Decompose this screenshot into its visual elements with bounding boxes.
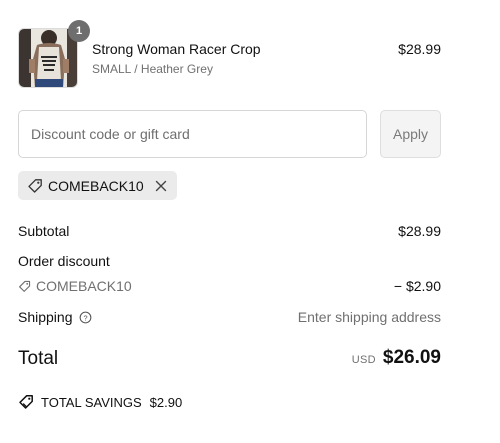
subtotal-label: Subtotal xyxy=(18,223,70,239)
shipping-row: Shipping ? Enter shipping address xyxy=(18,309,441,325)
order-discount-code-text: COMEBACK10 xyxy=(36,278,132,294)
shipping-label: Shipping xyxy=(18,309,73,325)
total-savings-label: TOTAL SAVINGS xyxy=(41,394,142,410)
product-name: Strong Woman Racer Crop xyxy=(92,41,261,57)
applied-discount-chip: COMEBACK10 xyxy=(18,171,177,200)
quantity-badge: 1 xyxy=(68,20,90,42)
subtotal-value: $28.99 xyxy=(398,223,441,239)
product-price: $28.99 xyxy=(398,41,441,57)
total-label: Total xyxy=(18,348,59,369)
tag-icon xyxy=(28,178,42,193)
total-savings-value: $2.90 xyxy=(149,394,183,410)
order-discount-row: COMEBACK10 − $2.90 xyxy=(18,278,441,294)
order-discount-label-row: Order discount xyxy=(18,253,441,269)
total-amount-group: USD $26.09 xyxy=(352,347,441,369)
discount-code-input[interactable] xyxy=(18,110,367,158)
subtotal-row: Subtotal $28.99 xyxy=(18,223,441,239)
info-icon[interactable]: ? xyxy=(79,311,92,324)
product-thumbnail-wrap: 1 xyxy=(18,20,90,88)
order-discount-value: − $2.90 xyxy=(393,278,441,294)
currency-code: USD xyxy=(351,354,376,366)
shipping-value: Enter shipping address xyxy=(297,309,441,325)
product-variant: SMALL / Heather Grey xyxy=(92,62,213,76)
remove-discount-button[interactable] xyxy=(153,178,169,194)
order-discount-code: COMEBACK10 xyxy=(18,278,441,294)
order-discount-label: Order discount xyxy=(18,253,110,269)
total-amount: $26.09 xyxy=(382,347,441,368)
close-icon xyxy=(155,180,166,191)
apply-button[interactable]: Apply xyxy=(380,110,441,158)
applied-code-label: COMEBACK10 xyxy=(48,177,144,194)
total-savings: TOTAL SAVINGS $2.90 xyxy=(18,394,182,410)
product-photo-icon xyxy=(19,29,77,87)
tag-icon xyxy=(19,280,31,292)
svg-text:?: ? xyxy=(83,313,87,322)
shipping-label-group: Shipping ? xyxy=(18,309,92,325)
line-item: 1 Strong Woman Racer Crop SMALL / Heathe… xyxy=(18,20,441,90)
savings-tag-icon xyxy=(19,395,33,409)
